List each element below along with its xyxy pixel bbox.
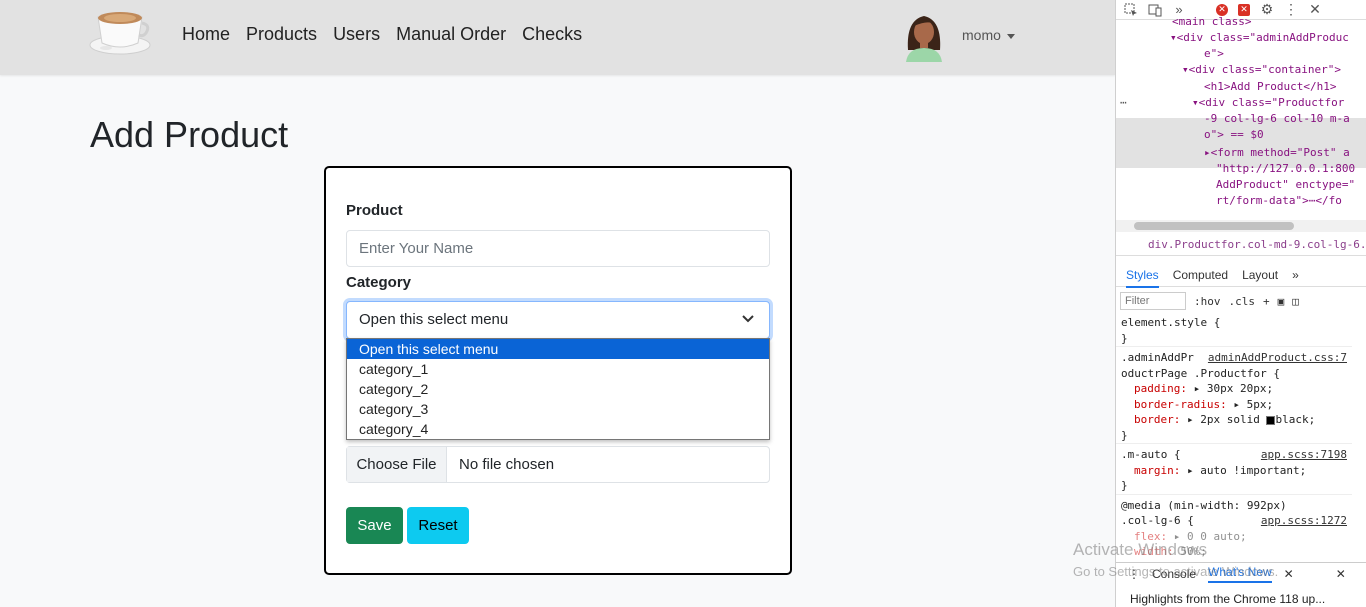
reset-button[interactable]: Reset: [407, 507, 469, 544]
navbar: Home Products Users Manual Order Checks …: [0, 0, 1115, 75]
style-rule: @media (min-width: 992px) app.scss:1272.…: [1116, 495, 1352, 560]
category-option-1[interactable]: category_1: [347, 359, 769, 379]
rule-selector[interactable]: oductrPage .Productfor {: [1121, 366, 1347, 382]
style-rule: element.style { }: [1116, 315, 1352, 347]
hov-toggle[interactable]: :hov: [1194, 295, 1221, 308]
tab-whats-new[interactable]: What's New: [1208, 565, 1272, 583]
more-tabs-icon[interactable]: »: [1292, 268, 1299, 282]
styles-filter-input[interactable]: Filter: [1120, 292, 1186, 310]
sidebar-toggle-icon[interactable]: ◫: [1292, 295, 1299, 308]
dom-line[interactable]: ▸<form method="Post" a: [1204, 145, 1350, 162]
caret-down-icon: [1006, 33, 1015, 39]
drawer-menu-icon[interactable]: ⋮: [1128, 567, 1140, 581]
add-rule-icon[interactable]: +: [1263, 295, 1270, 308]
dom-line[interactable]: ▾<div class="container">: [1182, 62, 1341, 79]
rule-close: }: [1121, 479, 1128, 492]
image-file-input[interactable]: Choose File No file chosen: [346, 446, 770, 483]
nav-link-users[interactable]: Users: [333, 24, 380, 45]
element-breadcrumb[interactable]: div.Productfor.col-md-9.col-lg-6.col-: [1116, 238, 1366, 256]
dom-line[interactable]: ▾<div class="Productfor: [1192, 95, 1344, 112]
nav-link-manual-order[interactable]: Manual Order: [396, 24, 506, 45]
nav-link-checks[interactable]: Checks: [522, 24, 582, 45]
inspect-element-icon[interactable]: [1124, 3, 1138, 17]
category-option-default[interactable]: Open this select menu: [347, 339, 769, 359]
user-avatar[interactable]: [898, 10, 950, 62]
style-property[interactable]: padding: ▸ 30px 20px;: [1121, 381, 1347, 397]
rule-selector[interactable]: .col-lg-6 {: [1121, 514, 1194, 527]
rule-close: }: [1121, 428, 1128, 442]
style-property[interactable]: width: 50%;: [1121, 544, 1347, 560]
styles-filter-bar: Filter :hov .cls + ▣ ◫: [1116, 289, 1366, 313]
dom-line[interactable]: -9 col-lg-6 col-10 m-a: [1204, 111, 1350, 128]
tab-computed[interactable]: Computed: [1173, 268, 1228, 282]
styles-pane: element.style { } adminAddProduct.css:7.…: [1116, 315, 1352, 560]
style-rule: app.scss:7198 .m-auto { margin: ▸ auto !i…: [1116, 444, 1352, 495]
category-select-value: Open this select menu: [359, 311, 509, 328]
tab-styles[interactable]: Styles: [1126, 268, 1159, 288]
dom-horizontal-scrollbar[interactable]: [1116, 220, 1366, 232]
dom-tree: <main class> ▾<div class="adminAddProduc…: [1116, 15, 1366, 220]
dom-line[interactable]: <h1>Add Product</h1>: [1204, 79, 1336, 96]
rule-selector[interactable]: element.style {: [1121, 315, 1347, 331]
choose-file-button[interactable]: Choose File: [347, 447, 447, 482]
breadcrumb-text[interactable]: div.Productfor.col-md-9.col-lg-6.col-: [1148, 238, 1366, 251]
dom-line[interactable]: ▾<div class="adminAddProduc: [1170, 30, 1349, 47]
style-rule: adminAddProduct.css:7 .adminAddPr oductrP…: [1116, 347, 1352, 444]
category-select[interactable]: Open this select menu: [346, 301, 770, 339]
coffee-cup-logo[interactable]: [88, 5, 152, 57]
rule-media: @media (min-width: 992px): [1121, 498, 1287, 512]
file-status-text: No file chosen: [459, 456, 555, 473]
whats-new-highlights[interactable]: Highlights from the Chrome 118 up...: [1130, 592, 1325, 606]
dom-ellipsis-icon[interactable]: ⋯: [1120, 95, 1127, 112]
style-property[interactable]: border-radius: ▸ 5px;: [1121, 397, 1347, 413]
settings-gear-icon[interactable]: ⚙: [1260, 1, 1274, 17]
device-toggle-icon[interactable]: [1148, 3, 1162, 17]
console-drawer-tabs: ⋮ Console What's New ✕ ✕: [1116, 562, 1366, 584]
scrollbar-thumb[interactable]: [1134, 222, 1294, 230]
rule-selector[interactable]: .adminAddPr: [1121, 351, 1194, 364]
style-property[interactable]: flex: ▸ 0 0 auto;: [1121, 529, 1347, 545]
user-menu[interactable]: momo: [962, 27, 1015, 43]
category-label: Category: [346, 274, 412, 291]
style-property[interactable]: border: ▸ 2px solid black;: [1121, 412, 1347, 428]
chevron-down-icon: [742, 315, 754, 323]
rule-source-link[interactable]: adminAddProduct.css:7: [1208, 350, 1347, 366]
category-option-4[interactable]: category_4: [347, 419, 769, 439]
dom-line[interactable]: o"> == $0: [1204, 127, 1264, 144]
category-dropdown-list: Open this select menu category_1 categor…: [346, 338, 770, 440]
nav-link-products[interactable]: Products: [246, 24, 317, 45]
product-label: Product: [346, 202, 403, 219]
paint-icon[interactable]: ▣: [1278, 295, 1285, 308]
app-page: Home Products Users Manual Order Checks …: [0, 0, 1115, 607]
page-title: Add Product: [90, 114, 289, 155]
dom-line[interactable]: <main class>: [1172, 14, 1251, 31]
cls-toggle[interactable]: .cls: [1229, 295, 1256, 308]
category-option-3[interactable]: category_3: [347, 399, 769, 419]
dom-line[interactable]: e">: [1204, 46, 1224, 63]
devtools-panel: » ✕ ✕ ⚙ ⋮ ✕ <main class> ▾<div class="ad…: [1115, 0, 1366, 607]
dom-line[interactable]: "http://127.0.0.1:800: [1216, 161, 1355, 178]
nav-links: Home Products Users Manual Order Checks: [182, 24, 598, 45]
rule-source-link[interactable]: app.scss:1272: [1261, 513, 1347, 529]
nav-link-home[interactable]: Home: [182, 24, 230, 45]
style-property[interactable]: margin: ▸ auto !important;: [1121, 463, 1347, 479]
rule-source-link[interactable]: app.scss:7198: [1261, 447, 1347, 463]
close-drawer-icon[interactable]: ✕: [1336, 567, 1346, 581]
category-option-2[interactable]: category_2: [347, 379, 769, 399]
add-product-form: Product Category Open this select menu O…: [324, 166, 792, 575]
rule-selector[interactable]: .m-auto {: [1121, 448, 1181, 461]
product-name-input[interactable]: [346, 230, 770, 267]
user-name: momo: [962, 27, 1001, 43]
close-tab-icon[interactable]: ✕: [1284, 567, 1294, 581]
tab-console[interactable]: Console: [1152, 567, 1196, 581]
rule-close: }: [1121, 331, 1128, 345]
tab-layout[interactable]: Layout: [1242, 268, 1278, 282]
close-icon[interactable]: ✕: [1308, 1, 1322, 17]
dom-line[interactable]: AddProduct" enctype=": [1216, 177, 1355, 194]
kebab-menu-icon[interactable]: ⋮: [1284, 1, 1298, 17]
devtools-tabs: Styles Computed Layout »: [1116, 263, 1366, 288]
save-button[interactable]: Save: [346, 507, 403, 544]
dom-line[interactable]: rt/form-data">⋯</fo: [1216, 193, 1342, 210]
